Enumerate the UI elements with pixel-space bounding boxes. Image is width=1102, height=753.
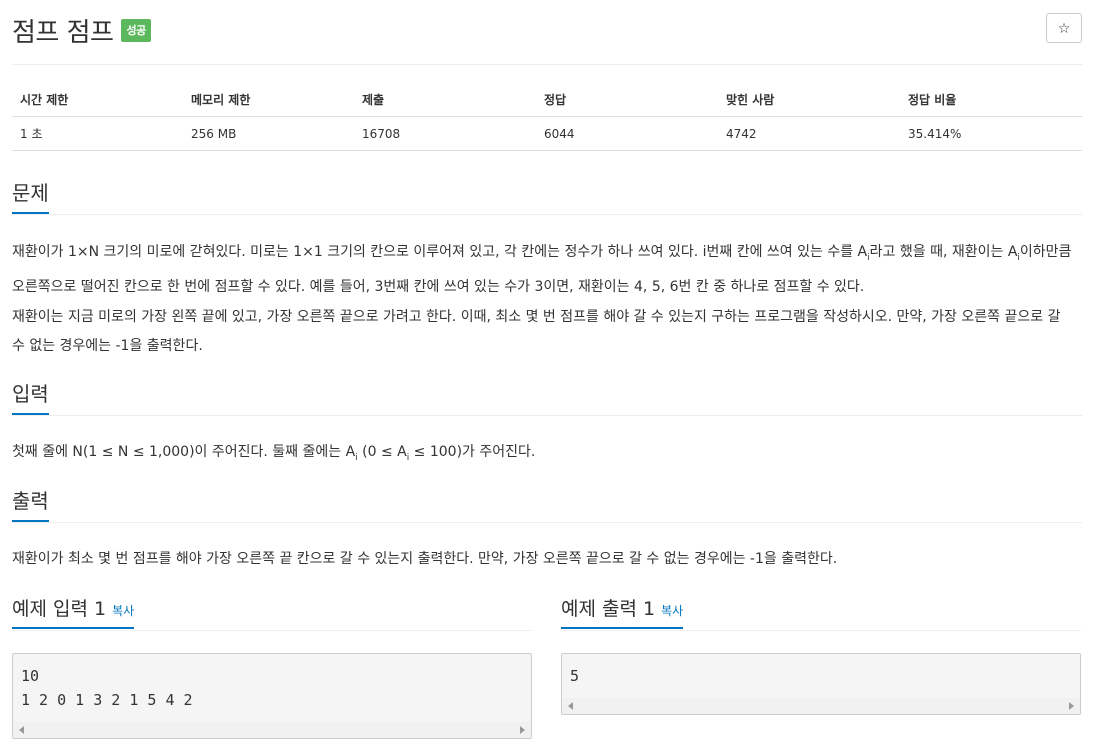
problem-heading: 문제: [12, 180, 49, 214]
value-memory-limit: 256 MB: [183, 116, 354, 151]
horizontal-scrollbar[interactable]: [562, 698, 1080, 714]
value-submissions: 16708: [354, 116, 536, 151]
problem-title: 점프 점프: [12, 18, 114, 48]
input-text-a: 첫째 줄에 N(1 ≤ N ≤ 1,000)이 주어진다. 둘째 줄에는 A: [12, 444, 356, 460]
page-title: 점프 점프 성공: [12, 12, 151, 49]
sample-input-header: 예제 입력 1 복사: [12, 596, 532, 631]
scroll-left-icon[interactable]: [19, 726, 24, 734]
value-solved-users: 4742: [718, 116, 900, 151]
input-text-c: ≤ 100)가 주어진다.: [409, 444, 536, 460]
star-icon[interactable]: ☆: [1046, 13, 1082, 43]
header-accept-ratio: 정답 비율: [900, 85, 1082, 117]
value-accepted: 6044: [536, 116, 718, 151]
title-bar: 점프 점프 성공 ☆: [12, 0, 1082, 65]
problem-text-a: 재환이가 1×N 크기의 미로에 갇혀있다. 미로는 1×1 크기의 칸으로 이…: [12, 244, 868, 260]
problem-text-b: 라고 했을 때, 재환이는 A: [869, 244, 1018, 260]
sample-output-block: 예제 출력 1 복사: [561, 596, 1081, 631]
value-time-limit: 1 초: [12, 116, 183, 151]
sample-output-title: 예제 출력 1: [561, 598, 656, 620]
input-description: 첫째 줄에 N(1 ≤ N ≤ 1,000)이 주어진다. 둘째 줄에는 Ai …: [12, 438, 1072, 473]
input-heading: 입력: [12, 381, 49, 415]
sample-output-heading: 예제 출력 1 복사: [561, 596, 684, 629]
copy-input-button[interactable]: 복사: [112, 604, 134, 618]
header-solved-users: 맞힌 사람: [718, 85, 900, 117]
problem-description-2: 재환이는 지금 미로의 가장 왼쪽 끝에 있고, 가장 오른쪽 끝으로 가려고 …: [12, 309, 1061, 354]
status-badge: 성공: [121, 19, 151, 42]
problem-description-1: 재환이가 1×N 크기의 미로에 갇혀있다. 미로는 1×1 크기의 칸으로 이…: [12, 238, 1072, 302]
info-value-row: 1 초 256 MB 16708 6044 4742 35.414%: [12, 116, 1082, 151]
header-time-limit: 시간 제한: [12, 85, 183, 117]
sample-output-header: 예제 출력 1 복사: [561, 596, 1081, 631]
input-text-b: (0 ≤ A: [357, 444, 407, 460]
scroll-left-icon[interactable]: [568, 702, 573, 710]
problem-section-header: 문제: [12, 180, 1082, 215]
output-section-header: 출력: [12, 488, 1082, 523]
sample-output-code: 5: [570, 667, 580, 685]
info-table: 시간 제한 메모리 제한 제출 정답 맞힌 사람 정답 비율 1 초 256 M…: [12, 85, 1082, 151]
horizontal-scrollbar[interactable]: [13, 722, 531, 738]
value-accept-ratio: 35.414%: [900, 116, 1082, 151]
scroll-right-icon[interactable]: [1069, 702, 1074, 710]
copy-output-button[interactable]: 복사: [661, 604, 683, 618]
sample-input-code: 10 1 2 0 1 3 2 1 5 4 2: [21, 667, 193, 709]
scroll-right-icon[interactable]: [520, 726, 525, 734]
sample-input-block: 예제 입력 1 복사: [12, 596, 532, 631]
sample-input-heading: 예제 입력 1 복사: [12, 596, 135, 629]
info-header-row: 시간 제한 메모리 제한 제출 정답 맞힌 사람 정답 비율: [12, 85, 1082, 117]
input-section-header: 입력: [12, 381, 1082, 416]
sample-input-title: 예제 입력 1: [12, 598, 107, 620]
header-submissions: 제출: [354, 85, 536, 117]
output-heading: 출력: [12, 488, 49, 522]
header-memory-limit: 메모리 제한: [183, 85, 354, 117]
output-description: 재환이가 최소 몇 번 점프를 해야 가장 오른쪽 끝 칸으로 갈 수 있는지 …: [12, 551, 838, 567]
sample-input-box[interactable]: 10 1 2 0 1 3 2 1 5 4 2: [12, 653, 532, 739]
header-accepted: 정답: [536, 85, 718, 117]
sample-output-box[interactable]: 5: [561, 653, 1081, 715]
